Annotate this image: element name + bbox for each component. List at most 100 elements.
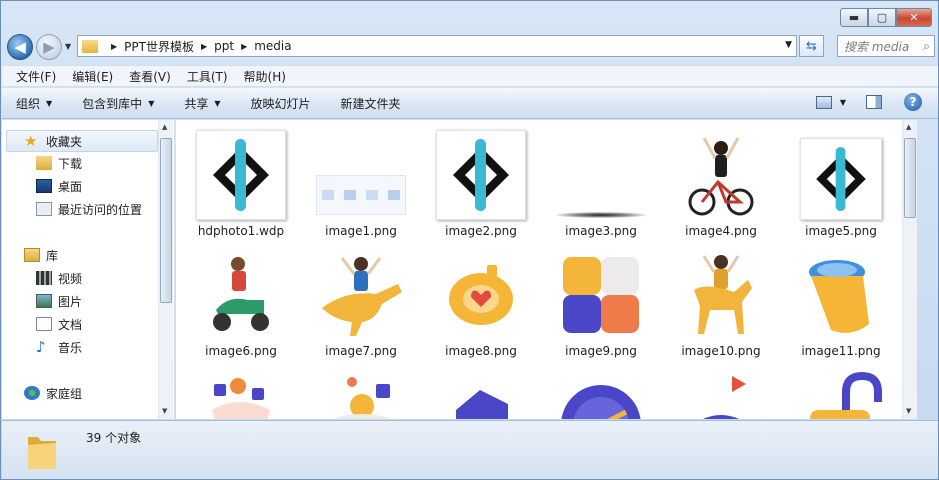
new-folder-button[interactable]: 新建文件夹 (341, 95, 401, 112)
history-dropdown-icon[interactable]: ▼ (65, 42, 71, 51)
search-placeholder: 搜索 media (844, 39, 910, 54)
nav-downloads[interactable]: 下载 (36, 153, 82, 173)
nav-libraries[interactable]: 库 (24, 245, 58, 265)
organize-label: 组织 (16, 96, 41, 111)
scroll-down-icon[interactable]: ▼ (906, 407, 911, 415)
chevron-down-icon: ▼ (214, 98, 221, 108)
search-input[interactable]: 搜索 media ⌕ (837, 35, 935, 57)
address-bar[interactable]: ▶ PPT世界模板 ▶ ppt ▶ media ▼ (77, 35, 797, 57)
nav-recent[interactable]: 最近访问的位置 (36, 199, 142, 219)
menu-file[interactable]: 文件(F) (16, 68, 56, 85)
cube-blocks-icon (556, 250, 646, 340)
file-name: image1.png (325, 224, 397, 238)
chevron-down-icon[interactable]: ▼ (785, 40, 792, 50)
folder-icon (28, 437, 56, 469)
close-button[interactable]: ✕ (896, 8, 932, 27)
breadcrumb-ppt[interactable]: ppt (214, 39, 234, 53)
library-icon (24, 248, 40, 262)
nav-pictures[interactable]: 图片 (36, 291, 82, 311)
search-icon[interactable]: ⌕ (923, 39, 930, 54)
chevron-right-icon[interactable]: ▶ (241, 42, 247, 51)
scroll-up-icon[interactable]: ▲ (162, 123, 167, 131)
file-item[interactable]: image10.png (656, 240, 776, 358)
file-name: image3.png (565, 224, 637, 238)
file-item[interactable] (176, 360, 296, 419)
pictures-icon (36, 294, 52, 308)
content-scrollbar[interactable]: ▲ ▼ (902, 120, 917, 419)
menu-view[interactable]: 查看(V) (129, 68, 171, 85)
file-item[interactable]: hdphoto1.wdp (176, 120, 296, 238)
breadcrumb-ppt-world[interactable]: PPT世界模板 (124, 38, 194, 55)
video-icon (36, 271, 52, 285)
file-item[interactable] (416, 360, 536, 419)
file-item[interactable]: image8.png (416, 240, 536, 358)
file-item[interactable]: image7.png (296, 240, 416, 358)
nav-favorites[interactable]: ★ 收藏夹 (24, 131, 82, 151)
nav-scrollbar[interactable]: ▲ ▼ (158, 120, 173, 419)
help-icon[interactable]: ? (904, 93, 922, 111)
scooter-rider-icon (208, 250, 274, 340)
refresh-button[interactable]: ⇆ (799, 35, 824, 57)
navigation-pane: ★ 收藏夹 下载 桌面 最近访问的位置 库 视频 图片 文档 ♪ 音乐 家庭组 … (2, 120, 175, 419)
scroll-up-icon[interactable]: ▲ (906, 123, 911, 131)
recent-places-icon (36, 202, 52, 216)
menu-edit[interactable]: 编辑(E) (72, 68, 113, 85)
logo-icon (800, 138, 882, 220)
refresh-icon: ⇆ (806, 38, 817, 54)
shadow-icon (556, 130, 646, 220)
file-item[interactable] (656, 360, 776, 419)
file-item[interactable] (776, 360, 896, 419)
purple-block-icon (436, 370, 526, 419)
file-item[interactable]: image1.png (296, 120, 416, 238)
preview-pane-icon[interactable] (866, 95, 882, 109)
file-item[interactable]: image6.png (176, 240, 296, 358)
nav-scroll-thumb[interactable] (160, 138, 172, 303)
file-name: image2.png (445, 224, 517, 238)
nav-homegroup[interactable]: 家庭组 (24, 383, 82, 403)
minimize-button[interactable]: ▬ (840, 8, 868, 27)
nav-music[interactable]: ♪ 音乐 (36, 337, 82, 357)
file-item[interactable]: image3.png (536, 120, 656, 238)
file-item[interactable] (296, 360, 416, 419)
item-count: 39 个对象 (86, 431, 142, 445)
file-item[interactable]: image2.png (416, 120, 536, 238)
nav-music-label: 音乐 (58, 340, 83, 355)
downloads-folder-icon (36, 156, 52, 170)
view-options-icon[interactable] (815, 95, 832, 109)
menu-help[interactable]: 帮助(H) (244, 68, 286, 85)
file-name: image5.png (805, 224, 877, 238)
share-button[interactable]: 共享 ▼ (184, 95, 220, 112)
slideshow-button[interactable]: 放映幻灯片 (251, 95, 311, 112)
chevron-down-icon[interactable]: ▼ (840, 98, 846, 107)
content-scroll-thumb[interactable] (904, 138, 916, 218)
file-item[interactable]: image5.png (776, 120, 896, 238)
include-in-library-button[interactable]: 包含到库中 ▼ (82, 95, 154, 112)
menu-tools[interactable]: 工具(T) (187, 68, 228, 85)
maximize-button[interactable]: ▢ (868, 8, 896, 27)
dial-icon (556, 370, 646, 419)
file-item[interactable]: image11.png (776, 240, 896, 358)
file-item[interactable]: image4.png (656, 120, 776, 238)
nav-libraries-label: 库 (46, 248, 59, 263)
breadcrumb-media[interactable]: media (254, 39, 291, 53)
homegroup-icon (24, 386, 40, 400)
back-button[interactable]: ◀ (7, 34, 33, 60)
chevron-right-icon[interactable]: ▶ (111, 42, 117, 51)
file-name: image4.png (685, 224, 757, 238)
forward-button[interactable]: ▶ (36, 34, 62, 60)
file-name: image11.png (801, 344, 881, 358)
slides-icon (316, 130, 406, 220)
organize-button[interactable]: 组织 ▼ (16, 95, 52, 112)
share-label: 共享 (184, 96, 209, 111)
nav-desktop[interactable]: 桌面 (36, 176, 82, 196)
nav-videos[interactable]: 视频 (36, 268, 82, 288)
nav-documents[interactable]: 文档 (36, 314, 82, 334)
file-name: hdphoto1.wdp (197, 224, 285, 238)
chevron-right-icon[interactable]: ▶ (201, 42, 207, 51)
file-item[interactable] (536, 360, 656, 419)
nav-documents-label: 文档 (58, 317, 83, 332)
file-item[interactable]: image9.png (536, 240, 656, 358)
chevron-down-icon: ▼ (46, 98, 53, 108)
file-name: image8.png (445, 344, 517, 358)
scroll-down-icon[interactable]: ▼ (162, 407, 167, 415)
